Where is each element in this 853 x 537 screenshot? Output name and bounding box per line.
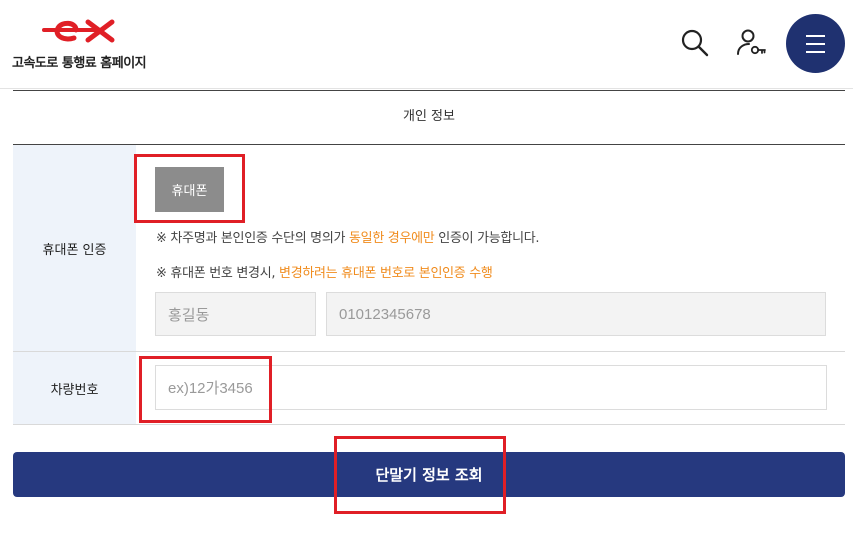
phone-number-field: 01012345678 [326,292,826,336]
auth-notice-2-highlight: 변경하려는 휴대폰 번호로 본인인증 수행 [279,266,493,281]
phone-auth-content: 휴대폰 ※ 차주명과 본인인증 수단의 명의가 동일한 경우에만 인증이 가능합… [136,145,845,351]
vehicle-number-input[interactable]: ex)12가3456 [155,365,827,410]
search-icon[interactable] [680,28,710,58]
site-logo[interactable]: 고속도로 통행료 홈페이지 [12,14,162,74]
menu-icon-bar [806,43,825,45]
vehicle-number-content: ex)12가3456 [136,352,845,424]
menu-icon-bar [806,35,825,37]
phone-auth-button[interactable]: 휴대폰 [155,167,224,212]
auth-notice-2-prefix: ※ 휴대폰 번호 변경시, [156,266,280,281]
phone-auth-row: 휴대폰 인증 휴대폰 ※ 차주명과 본인인증 수단의 명의가 동일한 경우에만 … [13,145,845,352]
section-title: 개인 정보 [403,109,455,124]
auth-notice-1-highlight: 동일한 경우에만 [349,231,435,246]
vehicle-number-label: 차량번호 [13,352,136,424]
vehicle-number-row: 차량번호 ex)12가3456 [13,352,845,425]
menu-button[interactable] [786,14,845,73]
owner-name-field: 홍길동 [155,292,316,336]
auth-notice-1-prefix: ※ 차주명과 본인인증 수단의 명의가 [156,231,349,246]
menu-icon-bar [806,51,825,53]
logo-text: 고속도로 통행료 홈페이지 [12,56,147,71]
user-key-icon[interactable] [736,28,766,58]
site-header: 고속도로 통행료 홈페이지 [0,0,853,89]
auth-notice-1: ※ 차주명과 본인인증 수단의 명의가 동일한 경우에만 인증이 가능합니다. [156,227,540,246]
auth-notice-1-suffix: 인증이 가능합니다. [434,231,540,246]
auth-notice-2: ※ 휴대폰 번호 변경시, 변경하려는 휴대폰 번호로 본인인증 수행 [156,262,493,281]
lookup-terminal-button[interactable]: 단말기 정보 조회 [13,452,845,497]
ex-logo-icon [42,19,115,43]
phone-auth-label: 휴대폰 인증 [13,145,136,351]
